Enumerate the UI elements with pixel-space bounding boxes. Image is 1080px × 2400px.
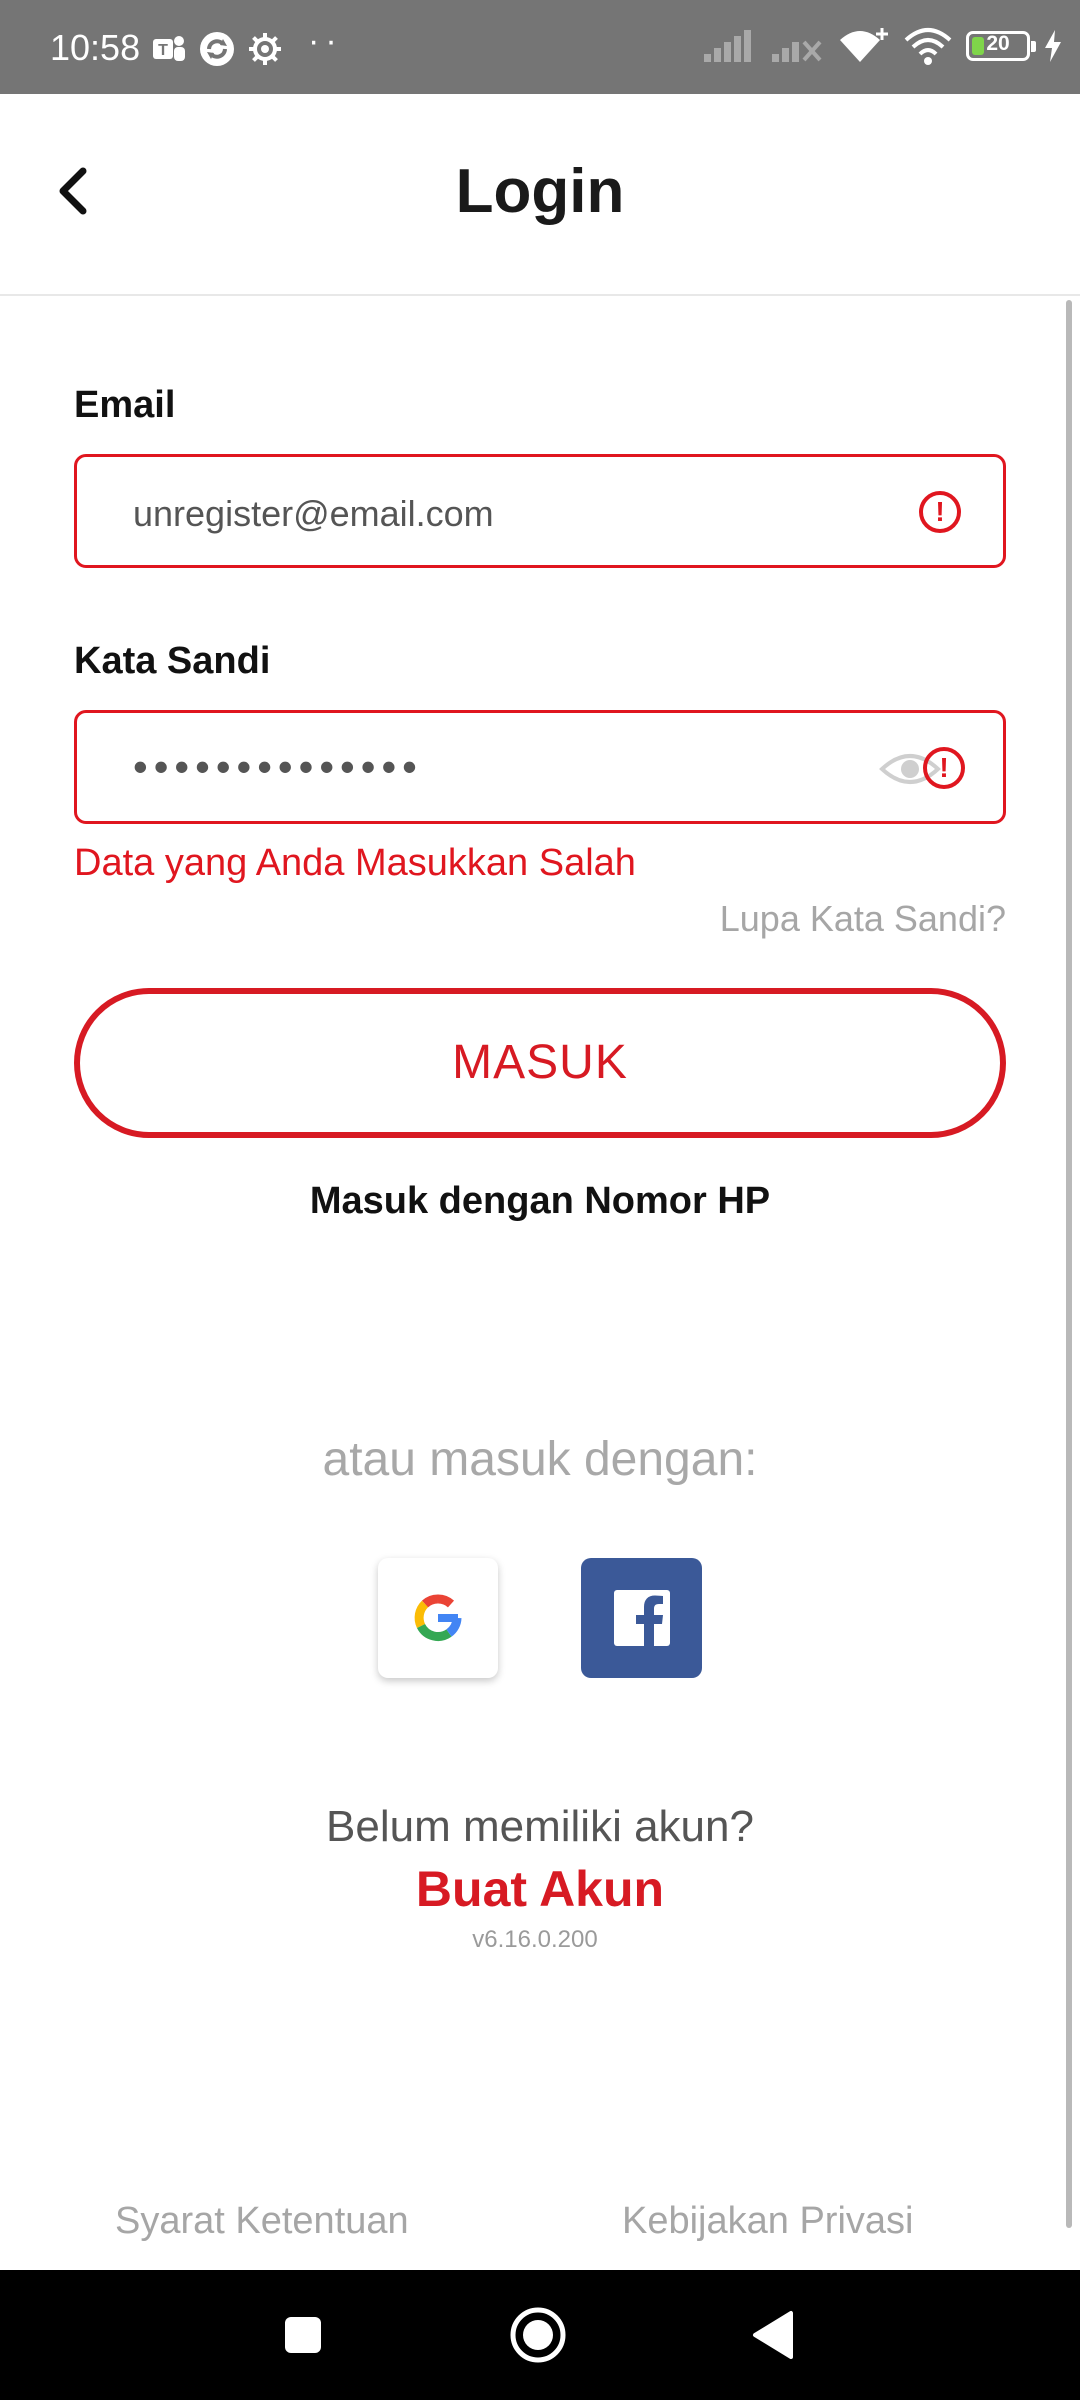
- terms-link[interactable]: Syarat Ketentuan: [115, 2200, 409, 2243]
- wifi-plus-icon: [840, 28, 888, 62]
- charging-icon: [1045, 30, 1061, 62]
- back-nav-button[interactable]: [740, 2302, 806, 2368]
- login-submit-button[interactable]: MASUK: [74, 988, 1006, 1138]
- error-icon: !: [923, 747, 965, 789]
- email-value: unregister@email.com: [133, 493, 494, 534]
- password-field[interactable]: •••••••••••••• !: [74, 710, 1006, 824]
- page-title: Login: [455, 157, 625, 226]
- login-error-message: Data yang Anda Masukkan Salah: [74, 842, 636, 884]
- app-version: v6.16.0.200: [472, 1926, 598, 1953]
- google-login-button[interactable]: [378, 1558, 498, 1678]
- home-button[interactable]: [505, 2302, 571, 2368]
- sync-icon: [198, 30, 236, 68]
- error-icon: !: [919, 491, 961, 533]
- social-login-caption: atau masuk dengan:: [322, 1433, 758, 1486]
- status-notification-icons: T: [150, 30, 284, 68]
- triangle-back-icon: [753, 2311, 793, 2359]
- wifi-icon: [904, 28, 952, 65]
- status-system-icons: 20: [702, 26, 1062, 66]
- google-icon: [414, 1594, 462, 1641]
- password-value: ••••••••••••••: [133, 743, 423, 790]
- no-account-prompt: Belum memiliki akun?: [326, 1802, 754, 1851]
- system-navigation-bar: [0, 2270, 1080, 2400]
- facebook-icon: [613, 1590, 670, 1646]
- circle-icon: [510, 2307, 566, 2363]
- recents-button[interactable]: [270, 2302, 336, 2368]
- email-field[interactable]: unregister@email.com !: [74, 454, 1006, 568]
- app-header: Login: [0, 94, 1080, 296]
- battery-level: 20: [986, 32, 1010, 55]
- status-time: 10:58: [50, 27, 141, 68]
- privacy-policy-link[interactable]: Kebijakan Privasi: [622, 2200, 913, 2243]
- password-label: Kata Sandi: [74, 640, 271, 682]
- svg-text:T: T: [158, 42, 168, 59]
- teams-icon: T: [150, 30, 188, 68]
- login-with-phone-link[interactable]: Masuk dengan Nomor HP: [0, 1180, 1080, 1223]
- square-icon: [285, 2317, 321, 2353]
- more-notifications-dots: ··: [308, 22, 343, 60]
- settings-gear-icon: [246, 30, 284, 68]
- signal-no-service-icon: [772, 40, 822, 62]
- status-bar: 10:58 T ·· 20: [0, 0, 1080, 94]
- signal-icon: [704, 30, 751, 62]
- create-account-link[interactable]: Buat Akun: [0, 1860, 1080, 1918]
- forgot-password-link[interactable]: Lupa Kata Sandi?: [720, 898, 1006, 940]
- email-label: Email: [74, 384, 176, 426]
- facebook-login-button[interactable]: [581, 1558, 702, 1678]
- battery-icon: 20: [966, 31, 1036, 61]
